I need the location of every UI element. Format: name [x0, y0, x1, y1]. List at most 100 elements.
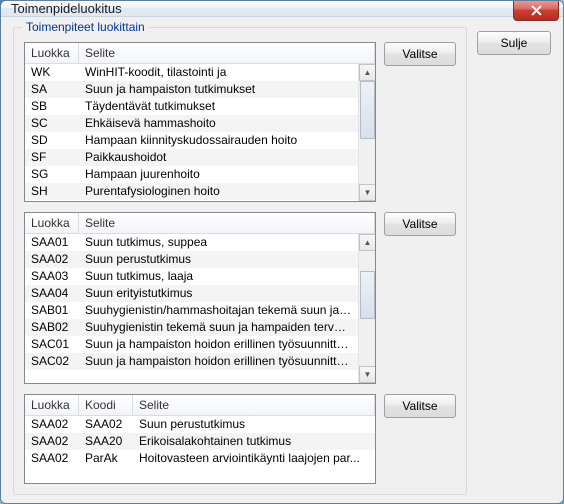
close-button[interactable]: Sulje	[477, 31, 551, 55]
listview-3-body: SAA02SAA02Suun perustutkimusSAA02SAA20Er…	[25, 416, 375, 483]
right-column: Sulje	[477, 27, 551, 495]
listview-3-header: Luokka Koodi Selite	[25, 395, 375, 416]
table-row[interactable]: SAA02SAA02Suun perustutkimus	[25, 416, 375, 433]
cell-luokka: SAC01	[25, 336, 79, 353]
cell-luokka: SB	[25, 98, 79, 115]
table-row[interactable]: SAB02Suuhygienistin tekemä suun ja hampa…	[25, 319, 358, 336]
table-row[interactable]: SAA04Suun erityistutkimus	[25, 285, 358, 302]
table-row[interactable]: SAA01Suun tutkimus, suppea	[25, 234, 358, 251]
window-title: Toimenpideluokitus	[11, 1, 122, 16]
cell-selite: Ehkäisevä hammashoito	[79, 115, 358, 132]
client-area: Toimenpiteet luokittain Luokka Selite WK…	[1, 17, 563, 504]
cell-selite: Suun tutkimus, suppea	[79, 234, 358, 251]
cell-luokka: SF	[25, 149, 79, 166]
cell-luokka: WK	[25, 64, 79, 81]
listview-3[interactable]: Luokka Koodi Selite SAA02SAA02Suun perus…	[24, 394, 376, 484]
col-header-koodi[interactable]: Koodi	[79, 395, 133, 415]
row-1: Luokka Selite WKWinHIT-koodit, tilastoin…	[24, 42, 456, 202]
col-header-selite[interactable]: Selite	[79, 213, 375, 233]
titlebar: Toimenpideluokitus	[1, 1, 563, 17]
cell-luokka: SA	[25, 81, 79, 98]
scroll-thumb[interactable]	[360, 271, 375, 319]
groupbox-legend: Toimenpiteet luokittain	[22, 20, 149, 34]
row-3: Luokka Koodi Selite SAA02SAA02Suun perus…	[24, 394, 456, 484]
col-header-selite[interactable]: Selite	[79, 43, 375, 63]
window-close-button[interactable]	[513, 1, 559, 21]
scroll-thumb[interactable]	[360, 81, 375, 139]
cell-selite: Täydentävät tutkimukset	[79, 98, 358, 115]
table-row[interactable]: SAB01Suuhygienistin/hammashoitajan tekem…	[25, 302, 358, 319]
cell-selite: Suun ja hampaiston hoidon erillinen työs…	[79, 336, 358, 353]
cell-selite: WinHIT-koodit, tilastointi ja	[79, 64, 358, 81]
cell-koodi: SAA20	[79, 433, 133, 450]
table-row[interactable]: SFPaikkaushoidot	[25, 149, 358, 166]
scroll-up-icon[interactable]: ▲	[359, 64, 375, 81]
cell-koodi: ParAk	[79, 450, 133, 467]
cell-luokka: SD	[25, 132, 79, 149]
close-icon	[531, 5, 542, 16]
table-row[interactable]: SAA03Suun tutkimus, laaja	[25, 268, 358, 285]
table-row[interactable]: WKWinHIT-koodit, tilastointi ja	[25, 64, 358, 81]
row-2: Luokka Selite SAA01Suun tutkimus, suppea…	[24, 212, 456, 384]
select-button-2[interactable]: Valitse	[384, 212, 456, 236]
table-row[interactable]: SAC02Suun ja hampaiston hoidon erillinen…	[25, 353, 358, 370]
table-row[interactable]: SDHampaan kiinnityskudossairauden hoito	[25, 132, 358, 149]
listview-2-body: SAA01Suun tutkimus, suppeaSAA02Suun peru…	[25, 234, 375, 383]
cell-luokka: SAA02	[25, 433, 79, 450]
col-header-luokka[interactable]: Luokka	[25, 213, 79, 233]
cell-luokka: SAA02	[25, 416, 79, 433]
listview-1-header: Luokka Selite	[25, 43, 375, 64]
cell-selite: Suun ja hampaiston hoidon erillinen työs…	[79, 353, 358, 370]
scroll-down-icon[interactable]: ▼	[359, 366, 375, 383]
table-row[interactable]: SGHampaan juurenhoito	[25, 166, 358, 183]
cell-selite: Suuhygienistin tekemä suun ja hampaiden …	[79, 319, 358, 336]
cell-luokka: SAC02	[25, 353, 79, 370]
cell-luokka: SH	[25, 183, 79, 200]
cell-koodi: SAA02	[79, 416, 133, 433]
main-window: Toimenpideluokitus Toimenpiteet luokitta…	[0, 0, 564, 504]
table-row[interactable]: SAA02Suun perustutkimus	[25, 251, 358, 268]
listview-1[interactable]: Luokka Selite WKWinHIT-koodit, tilastoin…	[24, 42, 376, 202]
cell-luokka: SAB01	[25, 302, 79, 319]
table-row[interactable]: SCEhkäisevä hammashoito	[25, 115, 358, 132]
cell-luokka: SAA04	[25, 285, 79, 302]
cell-selite: Hampaan juurenhoito	[79, 166, 358, 183]
cell-luokka: SG	[25, 166, 79, 183]
select-button-3[interactable]: Valitse	[384, 394, 456, 418]
cell-luokka: SAA03	[25, 268, 79, 285]
listview-2-header: Luokka Selite	[25, 213, 375, 234]
cell-luokka: SAA02	[25, 450, 79, 467]
table-row[interactable]: SASuun ja hampaiston tutkimukset	[25, 81, 358, 98]
table-row[interactable]: SAC01Suun ja hampaiston hoidon erillinen…	[25, 336, 358, 353]
scrollbar-2[interactable]: ▲ ▼	[358, 234, 375, 383]
listview-2[interactable]: Luokka Selite SAA01Suun tutkimus, suppea…	[24, 212, 376, 384]
table-row[interactable]: SAA02SAA20Erikoisalakohtainen tutkimus	[25, 433, 375, 450]
cell-selite: Purentafysiologinen hoito	[79, 183, 358, 200]
table-row[interactable]: SAA02ParAkHoitovasteen arviointikäynti l…	[25, 450, 375, 467]
col-header-luokka[interactable]: Luokka	[25, 395, 79, 415]
groupbox-toimenpiteet: Toimenpiteet luokittain Luokka Selite WK…	[13, 27, 467, 495]
select-button-1[interactable]: Valitse	[384, 42, 456, 66]
cell-selite: Suun perustutkimus	[79, 251, 358, 268]
table-row[interactable]: SHPurentafysiologinen hoito	[25, 183, 358, 200]
cell-selite: Suun tutkimus, laaja	[79, 268, 358, 285]
cell-selite: Erikoisalakohtainen tutkimus	[133, 433, 375, 450]
scroll-down-icon[interactable]: ▼	[359, 184, 375, 201]
listview-1-body: WKWinHIT-koodit, tilastointi jaSASuun ja…	[25, 64, 375, 201]
cell-selite: Suuhygienistin/hammashoitajan tekemä suu…	[79, 302, 358, 319]
cell-selite: Suun perustutkimus	[133, 416, 375, 433]
cell-selite: Hoitovasteen arviointikäynti laajojen pa…	[133, 450, 375, 467]
col-header-selite[interactable]: Selite	[133, 395, 375, 415]
scrollbar-1[interactable]: ▲ ▼	[358, 64, 375, 201]
cell-luokka: SC	[25, 115, 79, 132]
col-header-luokka[interactable]: Luokka	[25, 43, 79, 63]
cell-selite: Paikkaushoidot	[79, 149, 358, 166]
cell-luokka: SAA01	[25, 234, 79, 251]
cell-selite: Suun ja hampaiston tutkimukset	[79, 81, 358, 98]
cell-selite: Hampaan kiinnityskudossairauden hoito	[79, 132, 358, 149]
scroll-up-icon[interactable]: ▲	[359, 234, 375, 251]
cell-selite: Suun erityistutkimus	[79, 285, 358, 302]
cell-luokka: SAB02	[25, 319, 79, 336]
cell-luokka: SAA02	[25, 251, 79, 268]
table-row[interactable]: SBTäydentävät tutkimukset	[25, 98, 358, 115]
